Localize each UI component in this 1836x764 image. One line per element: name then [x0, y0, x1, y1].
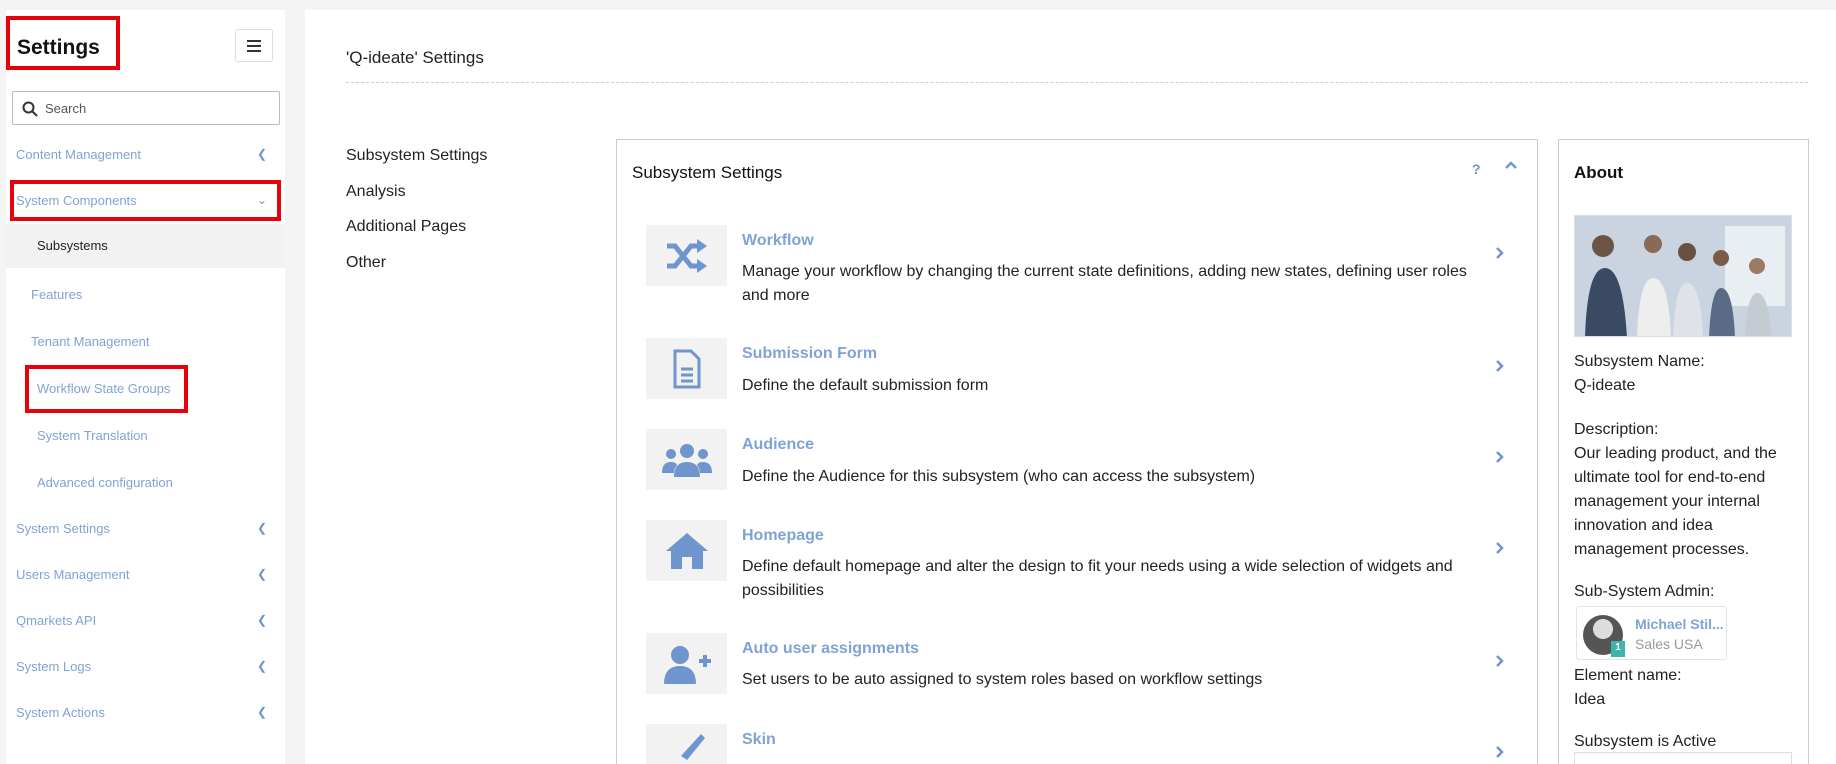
sidebar-item-system-logs[interactable]: System Logs ❮ — [16, 654, 271, 678]
chevron-right-icon[interactable] — [1495, 359, 1505, 373]
description-label: Description: — [1574, 421, 1659, 438]
chevron-left-icon: ❮ — [256, 705, 267, 719]
sidebar-item-label: Content Management — [16, 146, 142, 162]
chevron-left-icon: ❮ — [256, 659, 267, 673]
chevron-left-icon: ❮ — [256, 567, 267, 581]
document-icon — [673, 349, 700, 388]
sidebar-item-system-components[interactable]: System Components ⌄ — [16, 188, 271, 212]
admin-role: Sales USA — [1635, 636, 1703, 652]
shuffle-icon — [666, 238, 707, 273]
audience-item-icon — [646, 429, 727, 490]
sidebar-item-label: Users Management — [16, 566, 130, 582]
help-icon[interactable]: ? — [1472, 161, 1481, 177]
chevron-down-icon: ⌄ — [256, 193, 267, 207]
sidebar-item-qmarkets-api[interactable]: Qmarkets API ❮ — [16, 608, 271, 632]
chevron-right-icon[interactable] — [1495, 246, 1505, 260]
sidebar-item-label: System Settings — [16, 520, 110, 536]
menu-toggle-button[interactable] — [235, 29, 273, 62]
hamburger-icon — [247, 39, 261, 52]
element-name-value: Idea — [1574, 691, 1606, 708]
chevron-left-icon: ❮ — [256, 613, 267, 627]
chevron-left-icon: ❮ — [256, 521, 267, 535]
card-title: Subsystem Settings — [632, 163, 783, 182]
chevron-left-icon: ❮ — [256, 147, 267, 161]
sidebar-item-system-translation[interactable]: System Translation — [37, 428, 148, 443]
subnav-additional-pages[interactable]: Additional Pages — [346, 218, 466, 236]
user-plus-icon — [663, 645, 711, 684]
subnav-analysis[interactable]: Analysis — [346, 183, 406, 201]
auto-assign-item-icon — [646, 633, 727, 694]
workflow-item-icon — [646, 225, 727, 286]
item-desc-workflow: Manage your workflow by changing the cur… — [742, 263, 1467, 304]
sidebar-item-tenant-management[interactable]: Tenant Management — [31, 334, 150, 349]
subsystem-active-label: Subsystem is Active — [1574, 733, 1717, 750]
chevron-right-icon[interactable] — [1495, 654, 1505, 668]
item-title-audience[interactable]: Audience — [742, 436, 814, 454]
item-title-skin[interactable]: Skin — [742, 731, 776, 749]
subsystem-name-value: Q-ideate — [1574, 377, 1636, 394]
subsystem-name-label: Subsystem Name: — [1574, 353, 1705, 370]
sidebar-item-features[interactable]: Features — [31, 287, 82, 302]
users-icon — [661, 443, 712, 477]
item-title-workflow[interactable]: Workflow — [742, 232, 814, 250]
item-desc-audience: Define the Audience for this subsystem (… — [742, 468, 1256, 485]
sidebar-item-advanced-configuration[interactable]: Advanced configuration — [37, 475, 173, 490]
home-icon — [665, 532, 708, 569]
element-name-label: Element name: — [1574, 667, 1682, 684]
sidebar-item-label: System Components — [16, 192, 137, 208]
admin-user-chip[interactable]: 1 Michael Stil... Sales USA — [1576, 606, 1727, 660]
sidebar-item-label: Qmarkets API — [16, 612, 97, 628]
item-desc-homepage: Define default homepage and alter the de… — [742, 558, 1453, 599]
item-title-auto-user-assignments[interactable]: Auto user assignments — [742, 640, 919, 658]
sidebar-item-system-settings[interactable]: System Settings ❮ — [16, 516, 271, 540]
chevron-right-icon[interactable] — [1495, 745, 1505, 759]
page-title: 'Q-ideate' Settings — [346, 48, 484, 67]
active-toggle-field[interactable] — [1574, 752, 1792, 764]
subsystem-admin-label: Sub-System Admin: — [1574, 583, 1715, 600]
skin-item-icon — [646, 724, 727, 764]
title-divider — [346, 82, 1808, 83]
level-badge: 1 — [1611, 641, 1625, 657]
homepage-item-icon — [646, 520, 727, 581]
team-photo-icon — [1575, 216, 1791, 336]
sidebar-item-label: System Actions — [16, 704, 105, 720]
item-title-homepage[interactable]: Homepage — [742, 527, 824, 545]
sidebar-title: Settings — [17, 36, 100, 59]
chevron-right-icon[interactable] — [1495, 541, 1505, 555]
sidebar-item-system-actions[interactable]: System Actions ❮ — [16, 700, 271, 724]
about-title: About — [1574, 163, 1624, 182]
description-value: Our leading product, and the ultimate to… — [1574, 445, 1777, 558]
sidebar-item-label: System Logs — [16, 658, 92, 674]
sidebar-item-content-management[interactable]: Content Management ❮ — [16, 142, 271, 166]
item-title-submission-form[interactable]: Submission Form — [742, 345, 877, 363]
subnav-subsystem-settings[interactable]: Subsystem Settings — [346, 147, 487, 165]
item-desc-auto-user-assignments: Set users to be auto assigned to system … — [742, 671, 1263, 688]
subsystem-image — [1574, 215, 1792, 337]
sidebar-item-workflow-state-groups[interactable]: Workflow State Groups — [37, 381, 170, 396]
sidebar-item-users-management[interactable]: Users Management ❮ — [16, 562, 271, 586]
subnav-other[interactable]: Other — [346, 254, 386, 272]
search-input[interactable] — [45, 92, 275, 124]
chevron-right-icon[interactable] — [1495, 450, 1505, 464]
search-field[interactable] — [12, 91, 280, 125]
brush-icon — [680, 734, 705, 760]
sidebar-item-subsystems[interactable]: Subsystems — [37, 238, 108, 253]
item-desc-submission-form: Define the default submission form — [742, 377, 989, 394]
chevron-up-icon[interactable] — [1504, 160, 1518, 170]
submission-form-item-icon — [646, 338, 727, 399]
admin-name[interactable]: Michael Stil... — [1635, 616, 1724, 632]
search-icon — [22, 101, 38, 117]
